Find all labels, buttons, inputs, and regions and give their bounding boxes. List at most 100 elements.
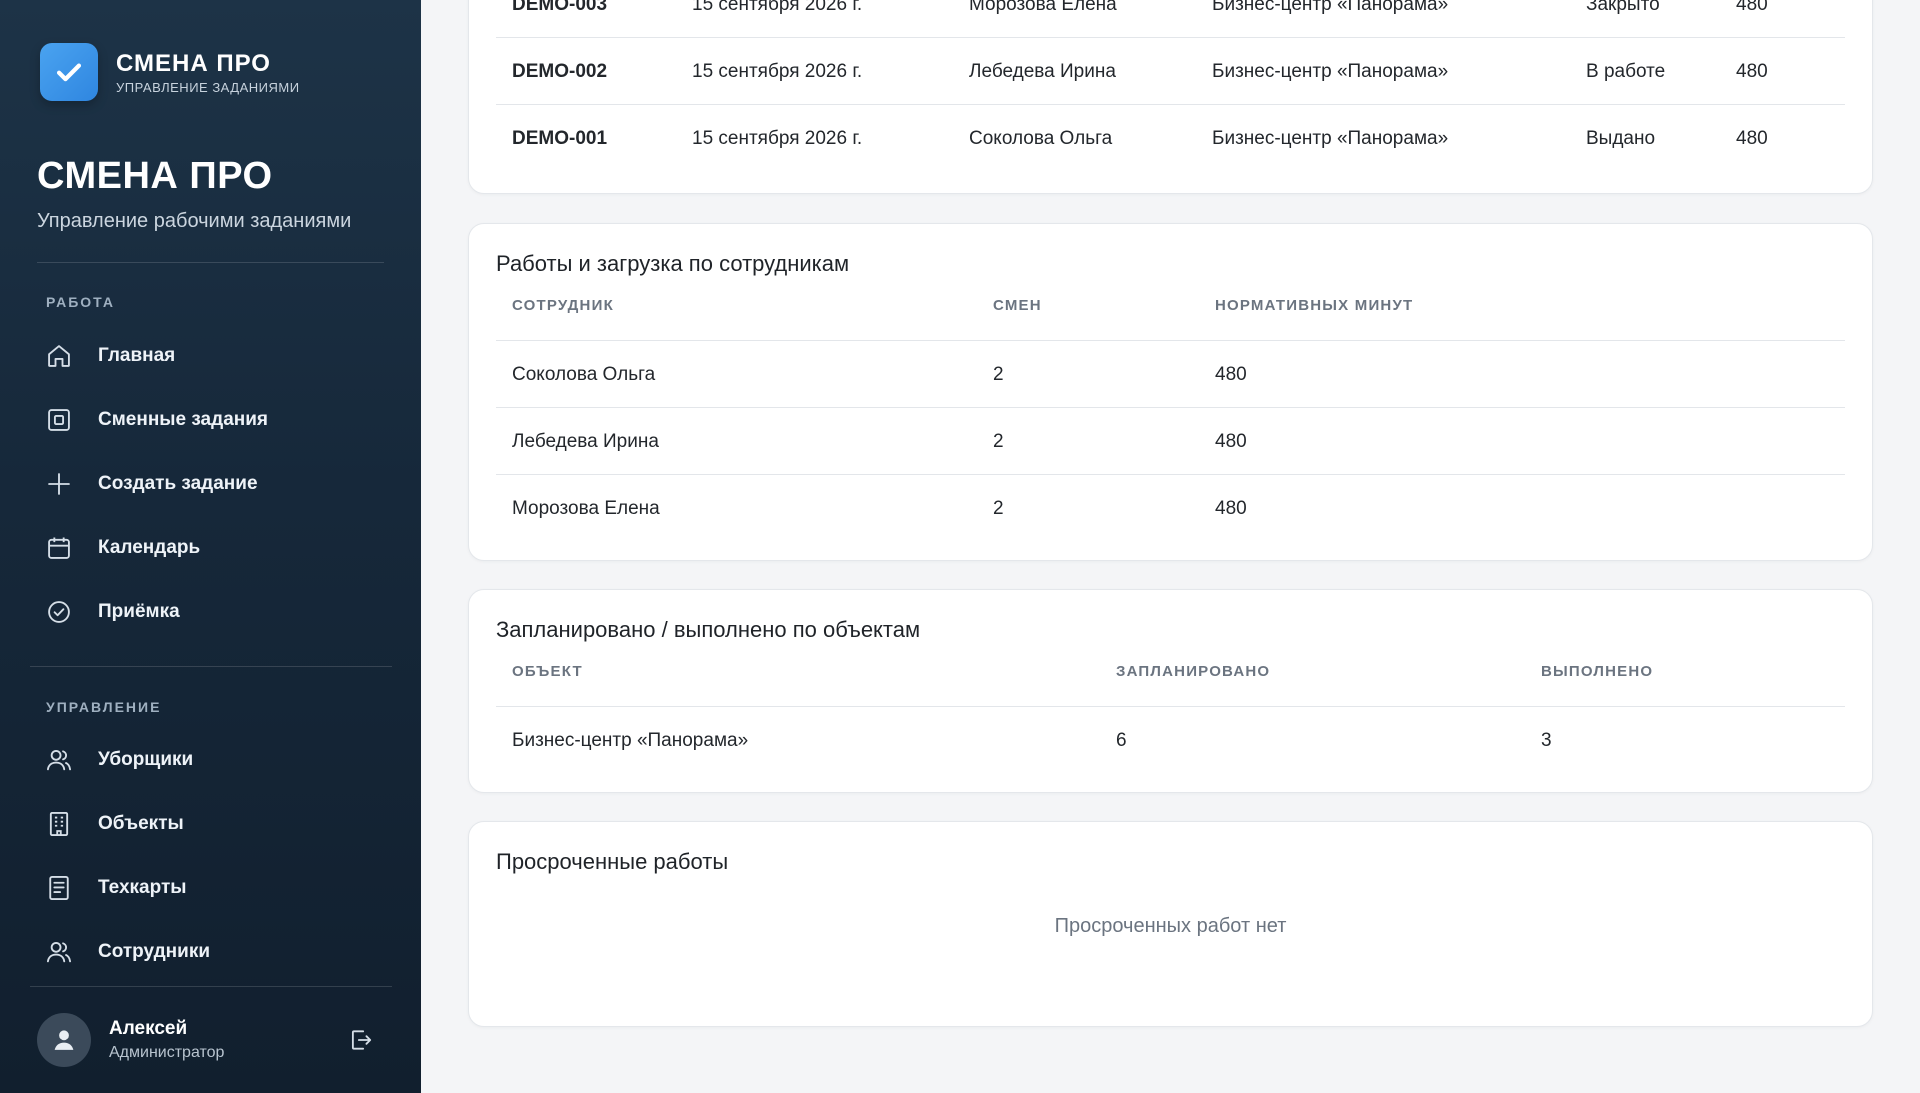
- sidebar-item-label: Календарь: [98, 537, 201, 558]
- task-employee: Соколова Ольга: [969, 128, 1113, 149]
- table-row[interactable]: Соколова Ольга 2 480: [496, 341, 1845, 408]
- sidebar-item-home[interactable]: Главная: [44, 332, 394, 380]
- shift-count: 2: [993, 431, 1004, 452]
- divider: [37, 262, 384, 263]
- brand-name: СМЕНА ПРО: [116, 49, 271, 77]
- user-icon: [54, 1030, 74, 1050]
- home-icon: [44, 341, 74, 371]
- sidebar-item-label: Объекты: [98, 813, 184, 834]
- users-icon: [44, 937, 74, 967]
- sidebar-item-cleaners[interactable]: Уборщики: [44, 736, 394, 784]
- tasks-table-card: DEMO-003 15 сентября 2026 г. Морозова Ел…: [468, 0, 1873, 194]
- task-code: DEMO-001: [512, 128, 608, 149]
- employee-name: Лебедева Ирина: [512, 431, 659, 452]
- column-header: ОБЪЕКТ: [512, 663, 583, 680]
- task-object: Бизнес-центр «Панорама»: [1212, 128, 1449, 149]
- user-profile[interactable]: Алексей Администратор: [37, 1012, 377, 1068]
- plus-icon: [44, 469, 74, 499]
- calendar-icon: [44, 533, 74, 563]
- task-status: Закрыто: [1586, 0, 1660, 15]
- brand-tagline: УПРАВЛЕНИЕ ЗАДАНИЯМИ: [116, 79, 300, 95]
- norm-minutes: 480: [1215, 431, 1247, 452]
- task-minutes: 480: [1736, 0, 1768, 15]
- card-title: Работы и загрузка по сотрудникам: [496, 251, 850, 276]
- logout-icon: [351, 1030, 372, 1050]
- object-name: Бизнес-центр «Панорама»: [512, 730, 749, 751]
- document-icon: [44, 873, 74, 903]
- app-root: СМЕНА ПРО УПРАВЛЕНИЕ ЗАДАНИЯМИ СМЕНА ПРО…: [0, 0, 1920, 1093]
- sidebar-item-create-task[interactable]: Создать задание: [44, 460, 394, 508]
- section-label-management: УПРАВЛЕНИЕ: [46, 699, 162, 715]
- sidebar-item-label: Техкарты: [98, 877, 187, 898]
- column-header: ВЫПОЛНЕНО: [1541, 663, 1654, 680]
- task-code: DEMO-002: [512, 61, 608, 82]
- empty-state-text: Просроченных работ нет: [1054, 915, 1287, 937]
- sidebar-item-label: Сотрудники: [98, 941, 211, 962]
- sidebar-item-label: Приёмка: [98, 601, 180, 622]
- task-date: 15 сентября 2026 г.: [692, 61, 863, 82]
- task-minutes: 480: [1736, 61, 1768, 82]
- shift-count: 2: [993, 364, 1004, 385]
- sidebar-item-shift-tasks[interactable]: Сменные задания: [44, 396, 394, 444]
- sidebar-item-objects[interactable]: Объекты: [44, 800, 394, 848]
- column-header: СМЕН: [993, 297, 1042, 314]
- task-object: Бизнес-центр «Панорама»: [1212, 61, 1449, 82]
- overdue-card: Просроченные работы Просроченных работ н…: [468, 821, 1873, 1027]
- sidebar-item-label: Главная: [98, 345, 176, 366]
- sidebar-item-label: Создать задание: [98, 473, 258, 494]
- sidebar-item-acceptance[interactable]: Приёмка: [44, 588, 394, 636]
- sidebar-item-label: Уборщики: [98, 749, 194, 770]
- section-label-work: РАБОТА: [46, 294, 115, 310]
- task-status: Выдано: [1586, 128, 1656, 149]
- task-employee: Морозова Елена: [969, 0, 1117, 15]
- divider: [30, 986, 392, 987]
- brand[interactable]: СМЕНА ПРО УПРАВЛЕНИЕ ЗАДАНИЯМИ: [40, 43, 300, 101]
- task-employee: Лебедева Ирина: [969, 61, 1116, 82]
- user-name: Алексей: [109, 1018, 188, 1039]
- square-icon: [44, 405, 74, 435]
- employee-name: Морозова Елена: [512, 498, 660, 519]
- table-row[interactable]: DEMO-001 15 сентября 2026 г. Соколова Ол…: [496, 105, 1845, 172]
- card-title: Запланировано / выполнено по объектам: [496, 617, 921, 642]
- table-row[interactable]: DEMO-003 15 сентября 2026 г. Морозова Ел…: [496, 0, 1845, 38]
- done-count: 3: [1541, 730, 1552, 751]
- building-icon: [44, 809, 74, 839]
- workload-card: Работы и загрузка по сотрудникам СОТРУДН…: [468, 223, 1873, 561]
- norm-minutes: 480: [1215, 364, 1247, 385]
- card-title: Просроченные работы: [496, 849, 729, 874]
- user-role: Администратор: [109, 1044, 225, 1061]
- app-subtitle: Управление рабочими заданиями: [37, 210, 352, 232]
- table-header: ОБЪЕКТ ЗАПЛАНИРОВАНО ВЫПОЛНЕНО: [496, 663, 1845, 707]
- sidebar-item-calendar[interactable]: Календарь: [44, 524, 394, 572]
- task-status: В работе: [1586, 61, 1666, 82]
- sidebar-item-tech-cards[interactable]: Техкарты: [44, 864, 394, 912]
- table-row[interactable]: Лебедева Ирина 2 480: [496, 408, 1845, 475]
- column-header: НОРМАТИВНЫХ МИНУТ: [1215, 297, 1414, 314]
- table-header: СОТРУДНИК СМЕН НОРМАТИВНЫХ МИНУТ: [496, 297, 1845, 341]
- checkmark-logo-icon: [40, 43, 98, 101]
- task-date: 15 сентября 2026 г.: [692, 128, 863, 149]
- app-title: СМЕНА ПРО: [37, 155, 273, 197]
- divider: [30, 666, 392, 667]
- sidebar: СМЕНА ПРО УПРАВЛЕНИЕ ЗАДАНИЯМИ СМЕНА ПРО…: [0, 0, 421, 1093]
- column-header: СОТРУДНИК: [512, 297, 614, 314]
- logout-button[interactable]: [345, 1024, 377, 1056]
- task-date: 15 сентября 2026 г.: [692, 0, 863, 15]
- brand-text: СМЕНА ПРО УПРАВЛЕНИЕ ЗАДАНИЯМИ: [116, 50, 300, 95]
- column-header: ЗАПЛАНИРОВАНО: [1116, 663, 1271, 680]
- task-code: DEMO-003: [512, 0, 608, 15]
- table-row[interactable]: Бизнес-центр «Панорама» 6 3: [496, 707, 1845, 774]
- task-object: Бизнес-центр «Панорама»: [1212, 0, 1449, 15]
- sidebar-item-label: Сменные задания: [98, 409, 268, 430]
- objects-card: Запланировано / выполнено по объектам ОБ…: [468, 589, 1873, 793]
- shift-count: 2: [993, 498, 1004, 519]
- check-circle-icon: [44, 597, 74, 627]
- employee-name: Соколова Ольга: [512, 364, 656, 385]
- avatar: [37, 1013, 91, 1067]
- table-row[interactable]: DEMO-002 15 сентября 2026 г. Лебедева Ир…: [496, 38, 1845, 105]
- task-minutes: 480: [1736, 128, 1768, 149]
- sidebar-item-employees[interactable]: Сотрудники: [44, 928, 394, 976]
- table-row[interactable]: Морозова Елена 2 480: [496, 475, 1845, 542]
- planned-count: 6: [1116, 730, 1127, 751]
- user-text: Алексей Администратор: [109, 1018, 224, 1062]
